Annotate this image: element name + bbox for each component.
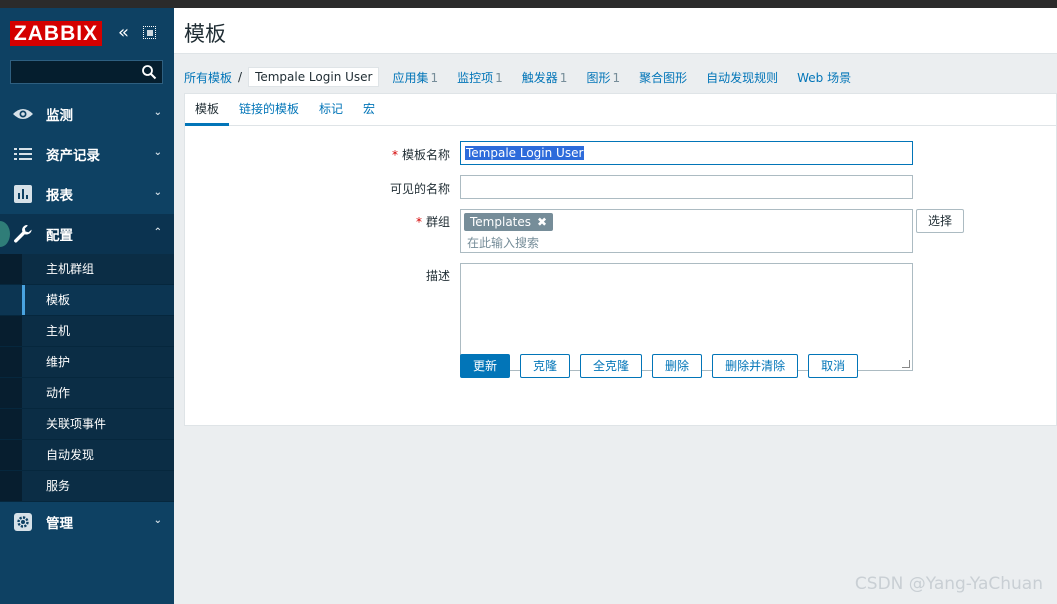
- breadcrumb-items[interactable]: 监控项 1: [457, 69, 503, 86]
- page-title: 模板: [184, 22, 226, 46]
- sidebar-search-input[interactable]: [10, 60, 163, 84]
- breadcrumb: 所有模板 / Tempale Login User 应用集 1 监控项 1 触发器 1…: [184, 66, 870, 88]
- gear-icon: [12, 512, 34, 532]
- sidebar-item-reports[interactable]: 报表 ⌄: [0, 174, 174, 214]
- window-top-strip: [0, 0, 1057, 8]
- select-groups-button[interactable]: 选择: [916, 209, 965, 233]
- visible-name-label: 可见的名称: [389, 182, 450, 196]
- watermark: CSDN @Yang-YaChuan: [854, 574, 1043, 594]
- breadcrumb-graphs[interactable]: 图形 1: [586, 69, 620, 86]
- submenu-item-services[interactable]: 服务: [0, 471, 174, 502]
- template-name-label: * 模板名称: [391, 148, 450, 162]
- eye-icon: [12, 104, 34, 124]
- sidebar-item-administration[interactable]: 管理 ⌄: [0, 502, 174, 542]
- tab-macros[interactable]: 宏: [353, 94, 385, 126]
- sidebar-item-label: 配置: [46, 228, 73, 244]
- remove-tag-icon[interactable]: ✖: [537, 215, 547, 229]
- breadcrumb-current-template[interactable]: Tempale Login User: [248, 67, 380, 87]
- group-tag-templates: Templates ✖: [464, 213, 554, 231]
- description-label: 描述: [425, 269, 450, 283]
- update-button[interactable]: 更新: [460, 354, 511, 378]
- clone-button[interactable]: 克隆: [520, 354, 571, 378]
- groups-search-placeholder: 在此输入搜索: [467, 236, 540, 250]
- visible-name-field[interactable]: [460, 175, 913, 199]
- chevron-down-icon: ⌄: [153, 515, 162, 526]
- collapse-sidebar-icon[interactable]: «: [118, 24, 129, 42]
- list-icon: [12, 144, 34, 164]
- bar-chart-icon: [12, 184, 34, 204]
- sidebar: ZABBIX « 监测 ⌄ 资产记录 ⌄ 报表 ⌄ 配置 ⌃ 主机群组 模板 主…: [0, 8, 174, 604]
- sidebar-item-label: 资产记录: [46, 148, 100, 164]
- breadcrumb-all-templates[interactable]: 所有模板: [184, 69, 232, 86]
- sidebar-item-configuration[interactable]: 配置 ⌃: [0, 214, 174, 254]
- submenu-item-event-correlation[interactable]: 关联项事件: [0, 409, 174, 440]
- chevron-down-icon: ⌄: [153, 107, 162, 118]
- resize-grip-icon[interactable]: [902, 360, 910, 368]
- logo-row: ZABBIX «: [0, 8, 174, 58]
- search-icon[interactable]: [141, 64, 157, 80]
- tab-tags[interactable]: 标记: [309, 94, 353, 126]
- tab-linked-templates[interactable]: 链接的模板: [229, 94, 309, 126]
- chevron-down-icon: ⌄: [153, 147, 162, 158]
- cancel-button[interactable]: 取消: [808, 354, 859, 378]
- submenu-item-templates[interactable]: 模板: [0, 285, 174, 316]
- breadcrumb-applications[interactable]: 应用集 1: [392, 69, 438, 86]
- page-header: 模板: [174, 8, 1057, 54]
- tab-template[interactable]: 模板: [185, 94, 230, 126]
- active-indicator: [0, 221, 10, 247]
- submenu-item-maintenance[interactable]: 维护: [0, 347, 174, 378]
- breadcrumb-discovery-rules[interactable]: 自动发现规则: [706, 69, 778, 86]
- zabbix-logo[interactable]: ZABBIX: [10, 21, 102, 46]
- breadcrumb-triggers[interactable]: 触发器 1: [522, 69, 568, 86]
- delete-button[interactable]: 删除: [652, 354, 703, 378]
- sidebar-item-inventory[interactable]: 资产记录 ⌄: [0, 134, 174, 174]
- submenu-item-actions[interactable]: 动作: [0, 378, 174, 409]
- breadcrumb-screens[interactable]: 聚合图形: [639, 69, 687, 86]
- template-form-card: 模板 链接的模板 标记 宏 * 模板名称 Tempale Login User 可…: [184, 93, 1057, 426]
- main-content: 模板 所有模板 / Tempale Login User 应用集 1 监控项 1 触…: [174, 8, 1057, 604]
- chevron-up-icon: ⌃: [153, 227, 162, 238]
- chevron-down-icon: ⌄: [153, 187, 162, 198]
- form-tabs: 模板 链接的模板 标记 宏: [185, 94, 1056, 126]
- main-nav: 监测 ⌄ 资产记录 ⌄ 报表 ⌄ 配置 ⌃ 主机群组 模板 主机 维护 动作 关…: [0, 94, 174, 542]
- breadcrumb-separator: /: [238, 70, 243, 84]
- groups-label: * 群组: [415, 215, 450, 229]
- configuration-submenu: 主机群组 模板 主机 维护 动作 关联项事件 自动发现 服务: [0, 254, 174, 502]
- wrench-icon: [12, 224, 34, 244]
- template-name-field[interactable]: Tempale Login User: [460, 141, 913, 165]
- sidebar-item-label: 报表: [46, 188, 73, 204]
- groups-multiselect[interactable]: Templates ✖ 在此输入搜索: [460, 209, 913, 253]
- sidebar-item-label: 监测: [46, 108, 73, 124]
- breadcrumb-web-scenarios[interactable]: Web 场景: [797, 69, 851, 86]
- form-buttons: 更新 克隆 全克隆 删除 删除并清除 取消: [460, 354, 868, 378]
- submenu-item-discovery[interactable]: 自动发现: [0, 440, 174, 471]
- kiosk-mode-icon[interactable]: [143, 26, 156, 39]
- submenu-item-host-groups[interactable]: 主机群组: [0, 254, 174, 285]
- submenu-item-hosts[interactable]: 主机: [0, 316, 174, 347]
- sidebar-item-monitoring[interactable]: 监测 ⌄: [0, 94, 174, 134]
- full-clone-button[interactable]: 全克隆: [580, 354, 643, 378]
- sidebar-item-label: 管理: [46, 516, 73, 532]
- delete-and-clear-button[interactable]: 删除并清除: [712, 354, 799, 378]
